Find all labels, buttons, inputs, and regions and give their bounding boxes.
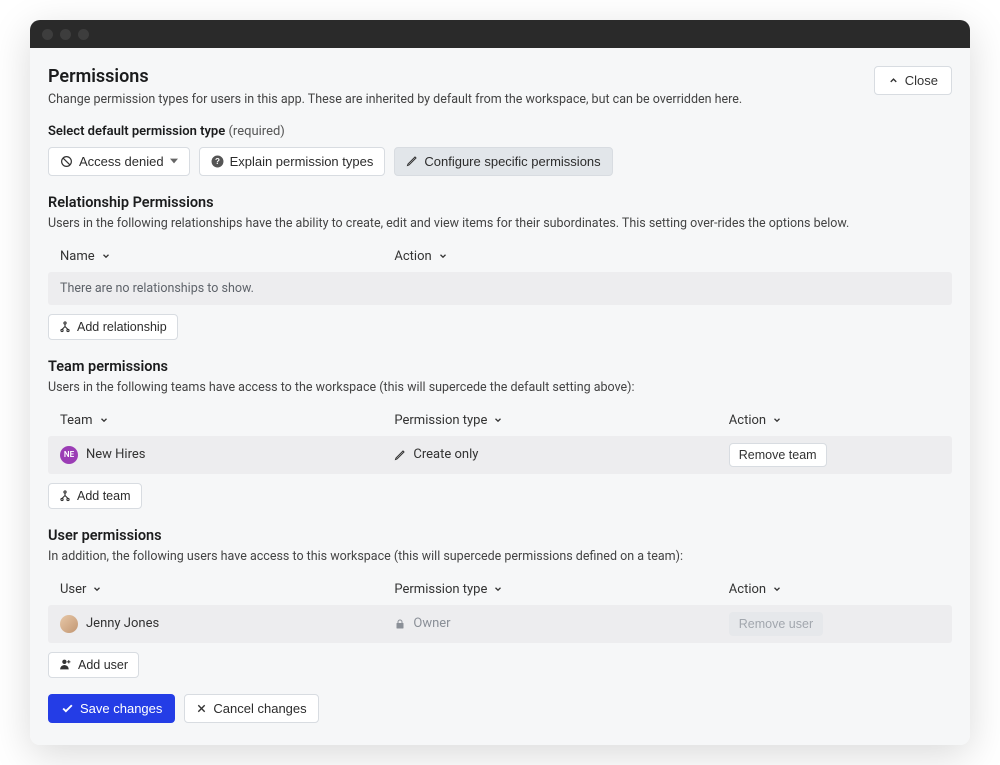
team-heading: Team permissions xyxy=(48,358,952,375)
x-icon xyxy=(196,703,207,714)
cancel-label: Cancel changes xyxy=(213,701,306,716)
branch-icon xyxy=(59,490,71,502)
user-row: Jenny Jones Owner Remove user xyxy=(48,605,952,643)
cancel-button[interactable]: Cancel changes xyxy=(184,694,318,723)
relationship-table: Name Action There are no relationships t… xyxy=(48,241,952,305)
user-col-action[interactable]: Action xyxy=(729,582,940,597)
access-denied-label: Access denied xyxy=(79,154,164,169)
chevron-down-icon xyxy=(99,415,109,425)
save-button[interactable]: Save changes xyxy=(48,694,175,723)
remove-team-button[interactable]: Remove team xyxy=(729,443,827,467)
configure-specific-permissions-button[interactable]: Configure specific permissions xyxy=(394,147,612,176)
add-relationship-label: Add relationship xyxy=(77,320,167,334)
user-heading: User permissions xyxy=(48,527,952,544)
user-avatar xyxy=(60,615,78,633)
chevron-down-icon xyxy=(101,251,111,261)
pencil-icon xyxy=(406,155,418,167)
chevron-down-icon xyxy=(438,251,448,261)
user-table: User Permission type Action Jenny Jones xyxy=(48,574,952,643)
relationship-desc: Users in the following relationships hav… xyxy=(48,216,952,231)
team-permission: Create only xyxy=(413,447,478,462)
add-user-button[interactable]: Add user xyxy=(48,652,139,678)
relationship-col-action[interactable]: Action xyxy=(394,249,940,264)
required-tag: (required) xyxy=(228,124,284,139)
traffic-light-close[interactable] xyxy=(42,29,53,40)
save-label: Save changes xyxy=(80,701,162,716)
window: Permissions Change permission types for … xyxy=(30,20,970,745)
add-user-icon xyxy=(59,658,72,671)
close-label: Close xyxy=(905,73,938,88)
close-button[interactable]: Close xyxy=(874,66,952,95)
team-table: Team Permission type Action NE New Hires xyxy=(48,405,952,474)
explain-permission-label: Explain permission types xyxy=(230,154,374,169)
team-col-action[interactable]: Action xyxy=(729,413,940,428)
team-name: New Hires xyxy=(86,447,145,462)
add-user-label: Add user xyxy=(78,658,128,672)
chevron-down-icon xyxy=(92,584,102,594)
configure-specific-label: Configure specific permissions xyxy=(424,154,600,169)
svg-text:?: ? xyxy=(215,157,220,166)
page-subtitle: Change permission types for users in thi… xyxy=(48,91,742,110)
page-title: Permissions xyxy=(48,66,742,87)
content-area: Permissions Change permission types for … xyxy=(30,48,970,745)
remove-user-button: Remove user xyxy=(729,612,823,636)
chevron-up-icon xyxy=(888,75,899,86)
access-denied-dropdown[interactable]: Access denied xyxy=(48,147,190,176)
relationship-empty: There are no relationships to show. xyxy=(48,272,952,305)
team-col-perm[interactable]: Permission type xyxy=(394,413,728,428)
lock-icon xyxy=(394,618,406,630)
team-avatar: NE xyxy=(60,446,78,464)
team-row: NE New Hires Create only Remove team xyxy=(48,436,952,474)
titlebar xyxy=(30,20,970,48)
traffic-light-zoom[interactable] xyxy=(78,29,89,40)
user-col-user[interactable]: User xyxy=(60,582,394,597)
denied-icon xyxy=(60,155,73,168)
user-desc: In addition, the following users have ac… xyxy=(48,549,952,564)
relationship-col-name[interactable]: Name xyxy=(60,249,394,264)
check-icon xyxy=(61,702,74,715)
team-desc: Users in the following teams have access… xyxy=(48,380,952,395)
explain-permission-types-button[interactable]: ? Explain permission types xyxy=(199,147,386,176)
chevron-down-icon xyxy=(493,584,503,594)
default-permission-label: Select default permission type (required… xyxy=(48,124,952,139)
question-icon: ? xyxy=(211,155,224,168)
team-col-team[interactable]: Team xyxy=(60,413,394,428)
chevron-down-icon xyxy=(493,415,503,425)
pencil-icon xyxy=(394,449,406,461)
relationship-heading: Relationship Permissions xyxy=(48,194,952,211)
add-relationship-button[interactable]: Add relationship xyxy=(48,314,178,340)
team-permission-cell[interactable]: Create only xyxy=(394,447,728,462)
chevron-down-icon xyxy=(772,415,782,425)
caret-down-icon xyxy=(170,157,178,165)
user-col-perm[interactable]: Permission type xyxy=(394,582,728,597)
add-team-label: Add team xyxy=(77,489,131,503)
traffic-light-minimize[interactable] xyxy=(60,29,71,40)
branch-icon xyxy=(59,321,71,333)
chevron-down-icon xyxy=(772,584,782,594)
add-team-button[interactable]: Add team xyxy=(48,483,142,509)
